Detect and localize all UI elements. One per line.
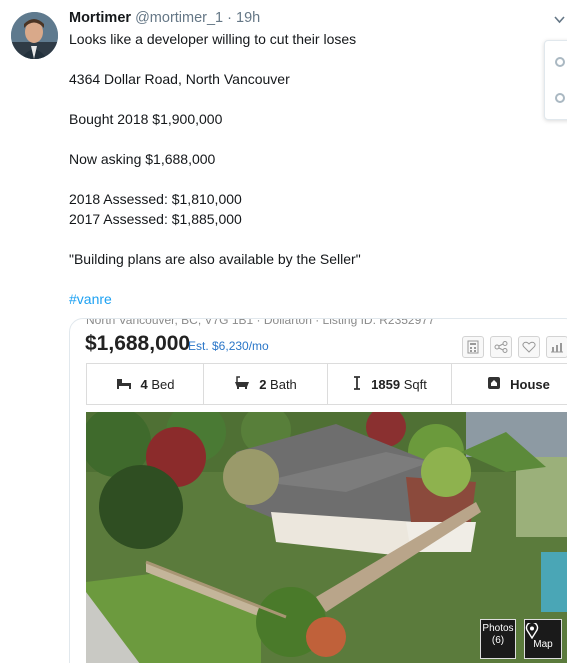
- listing-location-header: North Vancouver, BC, V7G 1B1 · Dollarton…: [86, 318, 435, 327]
- house-icon: [487, 376, 501, 393]
- tweet: Mortimer @mortimer_1 · 19h Looks like a …: [0, 0, 567, 663]
- chart-icon[interactable]: [546, 336, 567, 358]
- listing-card[interactable]: North Vancouver, BC, V7G 1B1 · Dollarton…: [69, 318, 567, 663]
- tweet-text-line: "Building plans are also available by th…: [69, 251, 361, 267]
- tweet-text-line: Looks like a developer willing to cut th…: [69, 31, 357, 47]
- heart-icon[interactable]: [518, 336, 540, 358]
- photos-count: (6): [491, 635, 505, 646]
- bed-label: Bed: [151, 376, 175, 392]
- stat-area: 1859 Sqft: [328, 364, 452, 404]
- bath-label: Bath: [270, 376, 297, 392]
- display-name[interactable]: Mortimer: [69, 10, 131, 26]
- tweet-text-line: 2018 Assessed: $1,810,000: [69, 191, 242, 207]
- menu-option-icon[interactable]: [555, 57, 565, 67]
- bed-count: 4: [140, 376, 148, 392]
- map-label: Map: [533, 639, 553, 650]
- stat-type: House: [452, 364, 567, 404]
- share-icon[interactable]: [490, 336, 512, 358]
- bath-icon: [234, 376, 250, 392]
- avatar[interactable]: [11, 12, 58, 59]
- property-type: House: [510, 376, 550, 392]
- menu-option-icon[interactable]: [555, 93, 565, 103]
- tweet-text-line: 2017 Assessed: $1,885,000: [69, 211, 242, 227]
- tweet-text-line: Now asking $1,688,000: [69, 151, 216, 167]
- timestamp[interactable]: 19h: [236, 10, 260, 26]
- calculator-icon[interactable]: [462, 336, 484, 358]
- dropdown-menu-edge: [544, 40, 567, 120]
- tweet-text-line: 4364 Dollar Road, North Vancouver: [69, 71, 290, 87]
- area-value: 1859: [371, 376, 401, 392]
- ruler-icon: [352, 375, 362, 393]
- listing-price: $1,688,000: [85, 332, 191, 355]
- tweet-header: Mortimer @mortimer_1 · 19h: [69, 10, 260, 26]
- hashtag-link[interactable]: #vanre: [69, 289, 112, 309]
- listing-stats: 4 Bed 2 Bath 1859 Sqft House: [86, 363, 567, 405]
- bath-count: 2: [259, 376, 267, 392]
- bed-icon: [116, 377, 132, 392]
- listing-actions: [462, 336, 567, 358]
- mortgage-estimate-link[interactable]: Est. $6,230/mo: [188, 339, 269, 353]
- property-photo[interactable]: Photos (6) Map: [86, 412, 567, 663]
- tweet-text-line: Bought 2018 $1,900,000: [69, 111, 223, 127]
- photos-label: Photos: [482, 623, 514, 634]
- stat-bedrooms: 4 Bed: [87, 364, 204, 404]
- map-button[interactable]: Map: [524, 619, 562, 659]
- user-handle[interactable]: @mortimer_1: [135, 10, 223, 26]
- map-pin-icon: [525, 623, 539, 639]
- separator-dot: ·: [227, 10, 232, 26]
- stat-bathrooms: 2 Bath: [204, 364, 328, 404]
- area-unit: Sqft: [403, 376, 427, 392]
- photos-button[interactable]: Photos (6): [480, 619, 516, 659]
- chevron-down-icon[interactable]: [552, 12, 567, 27]
